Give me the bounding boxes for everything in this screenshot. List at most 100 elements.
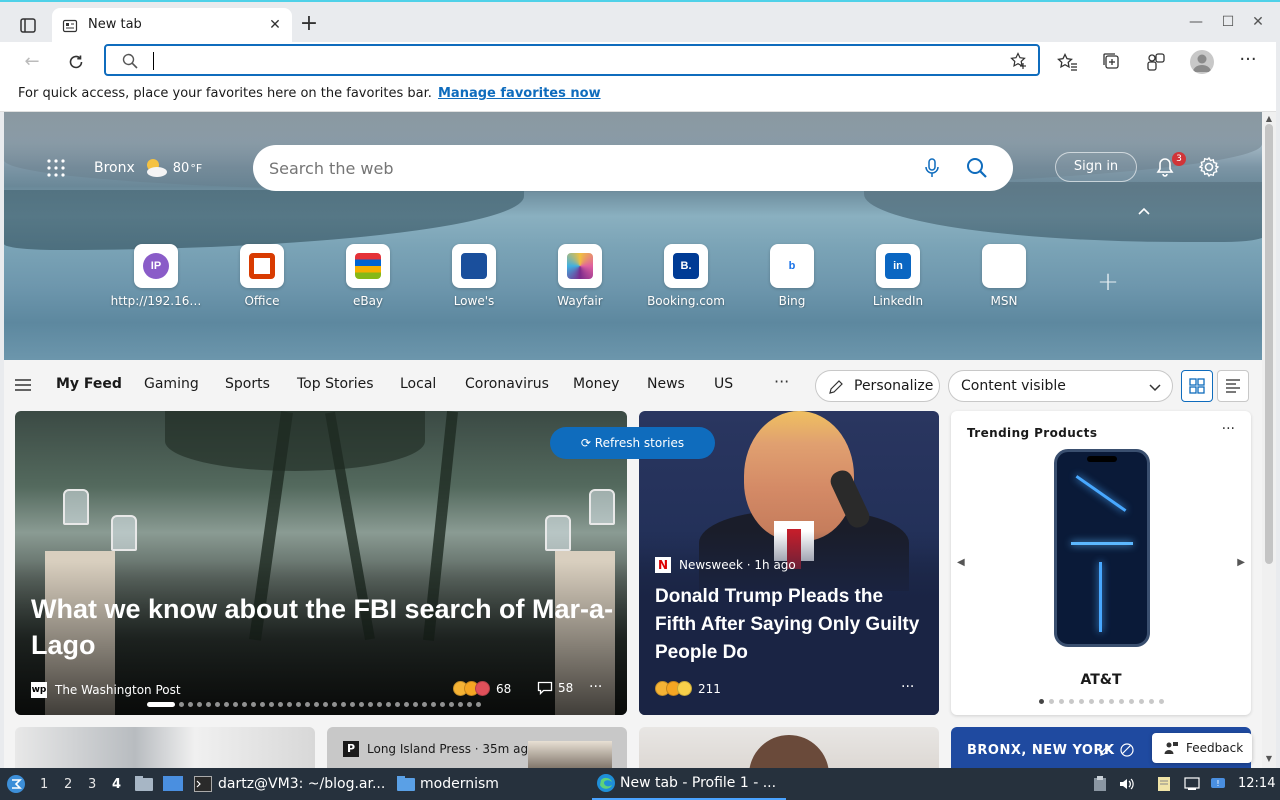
carousel-dot[interactable] [1129, 699, 1134, 704]
clipboard-tray-icon[interactable] [1092, 776, 1108, 792]
desktop-launcher[interactable] [162, 768, 184, 800]
quick-link-tile[interactable]: Wayfair [530, 244, 630, 310]
address-input[interactable] [152, 50, 992, 72]
carousel-dot[interactable] [269, 702, 274, 707]
story-card-bottom-1[interactable] [15, 727, 315, 768]
notes-tray-icon[interactable] [1156, 776, 1172, 792]
carousel-dot[interactable] [323, 702, 328, 707]
workspace-1[interactable]: 1 [40, 768, 48, 800]
feed-tab-us[interactable]: US [714, 376, 733, 392]
taskbar-folder[interactable]: modernism [396, 768, 499, 800]
quick-link-tile[interactable]: in LinkedIn [848, 244, 948, 310]
scroll-up-arrow[interactable]: ▲ [1264, 114, 1274, 124]
address-bar[interactable] [104, 44, 1040, 76]
sign-in-button[interactable]: Sign in [1055, 152, 1137, 182]
add-favorite-icon[interactable] [1010, 52, 1028, 70]
carousel-dot[interactable] [395, 702, 400, 707]
carousel-dot[interactable] [413, 702, 418, 707]
product-brand[interactable]: AT&T [951, 672, 1251, 688]
web-search-input[interactable] [269, 158, 889, 178]
reactions-button[interactable]: 68 [453, 681, 511, 696]
volume-icon[interactable] [1118, 776, 1134, 792]
carousel-prev-button[interactable]: ◀ [957, 557, 965, 568]
quick-link-tile[interactable]: IP http://192.16… [106, 244, 206, 310]
product-image-phone[interactable] [1054, 449, 1150, 647]
carousel-dot[interactable] [332, 702, 337, 707]
feed-tab-gaming[interactable]: Gaming [144, 376, 199, 392]
page-settings-gear-icon[interactable] [1198, 156, 1220, 178]
carousel-dot[interactable] [458, 702, 463, 707]
manage-favorites-link[interactable]: Manage favorites now [438, 86, 601, 101]
carousel-dot[interactable] [359, 702, 364, 707]
scroll-thumb[interactable] [1265, 124, 1273, 564]
carousel-dot[interactable] [1039, 699, 1044, 704]
carousel-dot[interactable] [233, 702, 238, 707]
story-more-button[interactable]: ··· [901, 679, 914, 695]
quick-link-tile[interactable]: B. Booking.com [636, 244, 736, 310]
carousel-dot[interactable] [1079, 699, 1084, 704]
carousel-dot[interactable] [440, 702, 445, 707]
scroll-down-arrow[interactable]: ▼ [1264, 754, 1274, 764]
carousel-dot[interactable] [386, 702, 391, 707]
carousel-dot[interactable] [224, 702, 229, 707]
quick-link-tile[interactable]: MSN [954, 244, 1054, 310]
carousel-dot[interactable] [368, 702, 373, 707]
carousel-dot[interactable] [1159, 699, 1164, 704]
carousel-dot[interactable] [305, 702, 310, 707]
search-submit-icon[interactable] [965, 156, 989, 180]
workspace-4[interactable]: 4 [112, 768, 121, 800]
carousel-dot[interactable] [467, 702, 472, 707]
workspace-3[interactable]: 3 [88, 768, 96, 800]
taskbar-browser[interactable]: New tab - Profile 1 - ... [592, 768, 786, 800]
personalize-button[interactable]: Personalize [815, 370, 940, 402]
feedback-button[interactable]: Feedback [1152, 733, 1252, 763]
feed-tab-sports[interactable]: Sports [225, 376, 270, 392]
carousel-next-button[interactable]: ▶ [1237, 557, 1245, 568]
carousel-dot[interactable] [179, 702, 184, 707]
edit-location-pencil-icon[interactable] [1099, 743, 1113, 757]
web-search-box[interactable] [253, 145, 1013, 191]
quick-link-tile[interactable]: Office [212, 244, 312, 310]
content-visibility-dropdown[interactable]: Content visible [948, 370, 1173, 402]
carousel-dot[interactable] [296, 702, 301, 707]
taskbar-terminal[interactable]: dartz@VM3: ~/blog.ar... [194, 768, 385, 800]
chat-tray-icon[interactable]: ! [1210, 776, 1226, 792]
new-tab-button[interactable]: + [296, 12, 322, 38]
feed-tab-money[interactable]: Money [573, 376, 619, 392]
app-launcher-icon[interactable] [44, 156, 68, 180]
top-story-headline[interactable]: What we know about the FBI search of Mar… [31, 591, 621, 663]
carousel-dot[interactable] [1149, 699, 1154, 704]
carousel-dot[interactable] [1069, 699, 1074, 704]
carousel-dot[interactable] [197, 702, 202, 707]
list-layout-button[interactable] [1217, 370, 1249, 402]
carousel-dot[interactable] [377, 702, 382, 707]
start-menu-button[interactable] [6, 768, 26, 800]
carousel-dot[interactable] [206, 702, 211, 707]
page-scrollbar[interactable]: ▲ ▼ [1262, 112, 1276, 768]
carousel-dot[interactable] [449, 702, 454, 707]
carousel-dot[interactable] [215, 702, 220, 707]
carousel-dot[interactable] [1109, 699, 1114, 704]
story-card-bottom-3[interactable] [639, 727, 939, 768]
carousel-dot[interactable] [287, 702, 292, 707]
trending-more-button[interactable]: ··· [1222, 421, 1235, 437]
carousel-dot[interactable] [1049, 699, 1054, 704]
carousel-dot[interactable] [1119, 699, 1124, 704]
carousel-dot[interactable] [1099, 699, 1104, 704]
refresh-stories-button[interactable]: ⟳ Refresh stories [550, 427, 715, 459]
comments-button[interactable]: 58 [537, 681, 573, 695]
carousel-dot[interactable] [278, 702, 283, 707]
carousel-dot[interactable] [188, 702, 193, 707]
profile-avatar[interactable] [1190, 50, 1214, 74]
extensions-icon[interactable] [1144, 50, 1168, 74]
quick-link-tile[interactable]: Lowe's [424, 244, 524, 310]
back-button[interactable]: ← [18, 48, 46, 76]
carousel-dot[interactable] [251, 702, 256, 707]
carousel-dot[interactable] [1059, 699, 1064, 704]
favorites-icon[interactable] [1056, 50, 1080, 74]
quick-link-tile[interactable]: b Bing [742, 244, 842, 310]
news-headline[interactable]: Donald Trump Pleads the Fifth After Sayi… [655, 583, 925, 667]
tab-actions-button[interactable] [14, 14, 42, 38]
weather-widget[interactable]: Bronx 80 °F [94, 156, 202, 180]
story-card-bottom-2[interactable]: P Long Island Press · 35m ag [327, 727, 627, 768]
